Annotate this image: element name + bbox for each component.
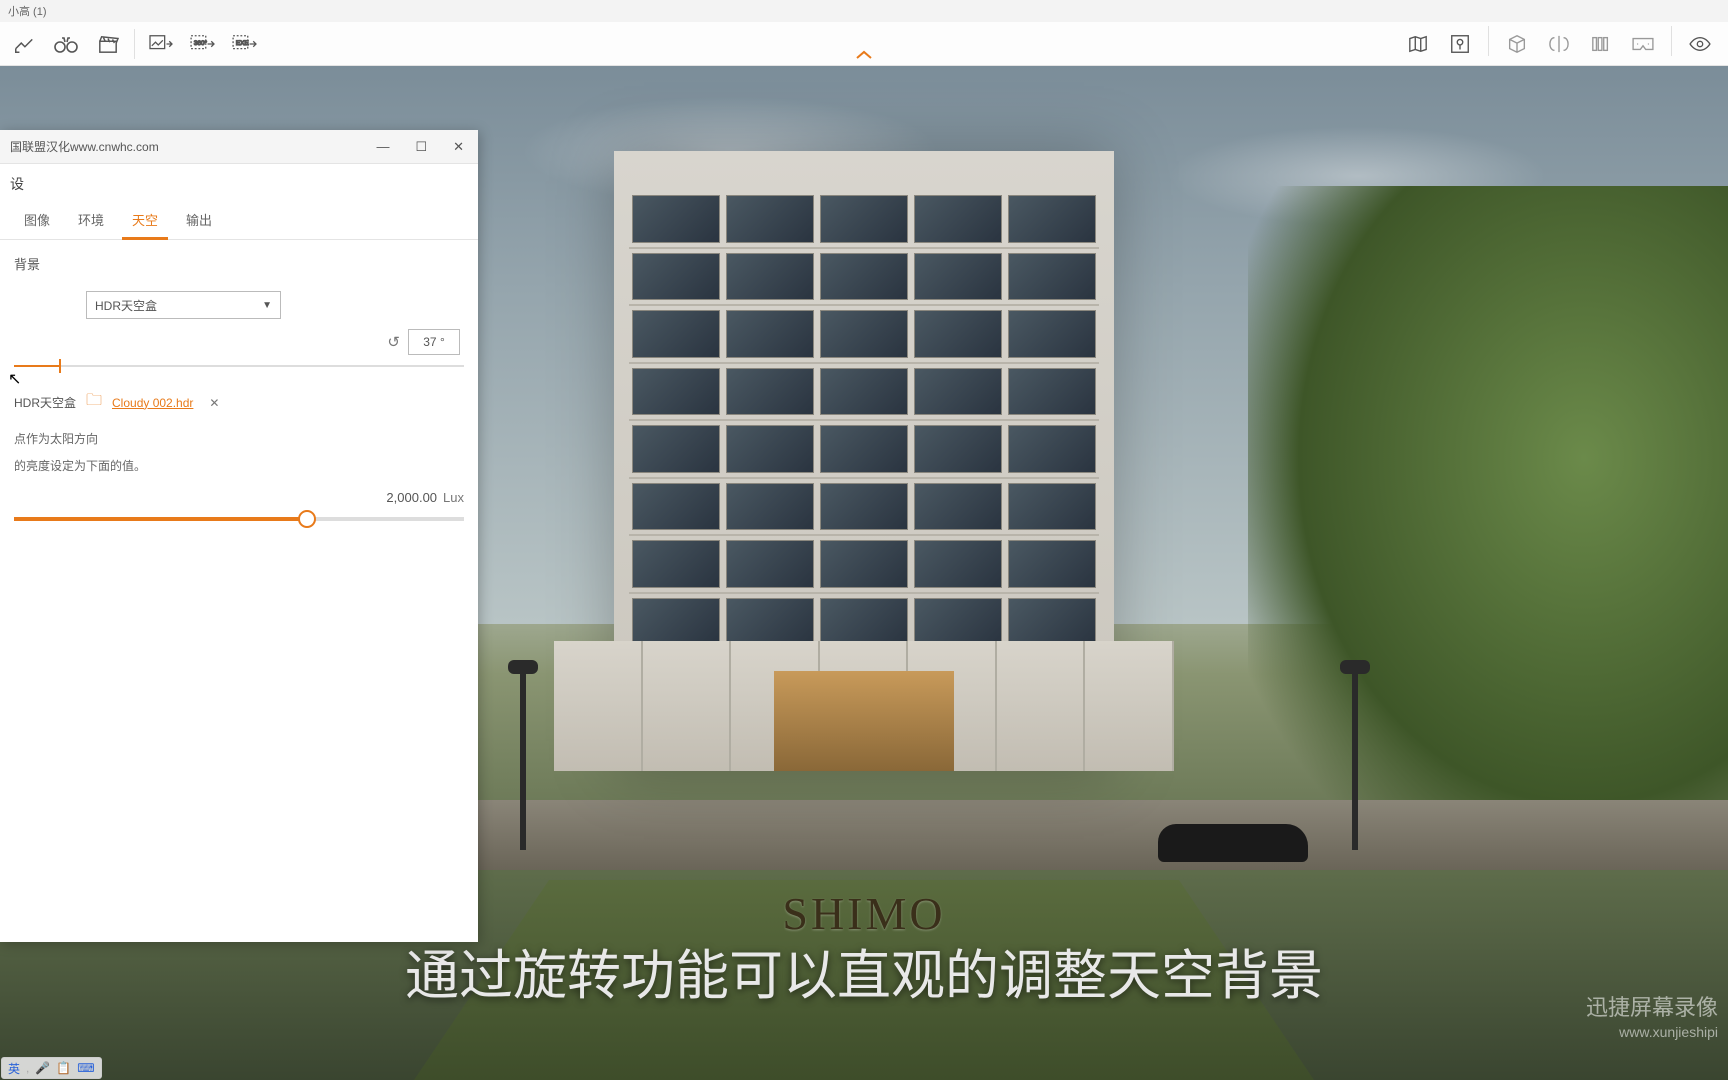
scene-lamp — [1352, 670, 1358, 850]
tool-export-image-icon[interactable] — [141, 26, 181, 62]
brightness-slider-fill — [14, 517, 307, 521]
tab-output[interactable]: 输出 — [172, 202, 226, 239]
section-background-label: 背景 — [14, 254, 464, 273]
ime-mic-icon[interactable]: 🎤 — [35, 1061, 50, 1075]
clear-file-icon[interactable]: ✕ — [209, 396, 219, 410]
tool-vr-icon[interactable] — [1623, 26, 1663, 62]
panel-titlebar[interactable]: 国联盟汉化www.cnwhc.com — ☐ ✕ — [0, 130, 478, 164]
hdr-file-link[interactable]: Cloudy 002.hdr — [112, 396, 193, 410]
scene-entrance — [774, 671, 954, 771]
scene-car — [1158, 824, 1308, 862]
rotation-slider[interactable]: ↖ — [14, 365, 464, 367]
toolbar-divider — [1488, 26, 1489, 56]
help-sun-direction: 点作为太阳方向 — [14, 430, 464, 447]
chevron-down-icon: ▼ — [262, 300, 272, 311]
properties-panel: 国联盟汉化www.cnwhc.com — ☐ ✕ 设 图像 环境 天空 输出 背… — [0, 130, 478, 942]
toolbar-expand-arrow-icon[interactable] — [854, 45, 874, 66]
hdr-label: HDR天空盒 — [14, 394, 76, 411]
help-brightness: 的亮度设定为下面的值。 — [14, 457, 464, 474]
tool-cube-icon[interactable] — [1497, 26, 1537, 62]
watermark: 迅捷屏幕录像 www.xunjieshipi — [1586, 990, 1718, 1040]
toolbar-divider — [1671, 26, 1672, 56]
panel-tabs: 图像 环境 天空 输出 — [10, 202, 468, 239]
lux-value: 2,000.00 — [386, 490, 437, 505]
tool-export-360-icon[interactable]: 360° — [183, 26, 223, 62]
scene-building-floors — [629, 191, 1099, 651]
tab-sky[interactable]: 天空 — [118, 202, 172, 239]
watermark-brand: 迅捷屏幕录像 — [1586, 990, 1718, 1022]
skybox-select-value: HDR天空盒 — [95, 297, 157, 314]
hdr-file-row: HDR天空盒 🗀 Cloudy 002.hdr ✕ — [14, 389, 464, 416]
svg-text:360°: 360° — [194, 38, 208, 46]
rotation-input[interactable]: 37 ° — [408, 329, 460, 355]
ime-clipboard-icon[interactable]: 📋 — [56, 1061, 71, 1075]
ime-keyboard-icon[interactable]: ⌨ — [77, 1061, 94, 1075]
cursor-icon: ↖ — [8, 369, 21, 389]
panel-section-title: 设 — [10, 176, 24, 192]
scene-building-base — [554, 641, 1174, 771]
panel-close-icon[interactable]: ✕ — [449, 137, 468, 157]
toolbar-group-right — [1398, 26, 1720, 62]
tool-paint-icon[interactable] — [4, 26, 44, 62]
scene-lamp — [520, 670, 526, 850]
tool-library-icon[interactable] — [1581, 26, 1621, 62]
tool-preview-icon[interactable] — [1680, 26, 1720, 62]
ime-lang[interactable]: 英 — [8, 1060, 20, 1077]
svg-text:EXE: EXE — [236, 39, 249, 46]
panel-window-controls: — ☐ ✕ — [372, 137, 468, 157]
panel-body: 背景 HDR天空盒 ▼ ↺ 37 ° ↖ HDR天空盒 🗀 Cloudy 002… — [0, 240, 478, 547]
tool-compare-icon[interactable] — [1539, 26, 1579, 62]
window-title: 小高 (1) — [8, 3, 47, 19]
toolbar-divider — [134, 29, 135, 59]
panel-minimize-icon[interactable]: — — [372, 137, 393, 157]
brightness-slider[interactable] — [14, 517, 464, 521]
lux-value-row: 2,000.00 Lux — [14, 490, 464, 505]
main-toolbar: 360° EXE — [0, 22, 1728, 66]
tab-environment[interactable]: 环境 — [64, 202, 118, 239]
rotation-slider-thumb[interactable] — [59, 359, 61, 373]
panel-title: 国联盟汉化www.cnwhc.com — [10, 138, 159, 155]
panel-header: 设 图像 环境 天空 输出 — [0, 164, 478, 240]
tool-location-icon[interactable] — [1440, 26, 1480, 62]
watermark-url: www.xunjieshipi — [1586, 1024, 1718, 1040]
window-title-bar: 小高 (1) — [0, 0, 1728, 22]
scene-tree — [1248, 186, 1728, 866]
brightness-slider-thumb[interactable] — [298, 510, 316, 528]
video-subtitle: 通过旋转功能可以直观的调整天空背景 — [405, 931, 1323, 1010]
folder-icon[interactable]: 🗀 — [86, 389, 102, 416]
rotation-slider-fill — [14, 365, 59, 367]
tool-binoculars-icon[interactable] — [46, 26, 86, 62]
rotation-row: ↺ 37 ° — [14, 329, 464, 355]
tab-image[interactable]: 图像 — [10, 202, 64, 239]
scene-building — [614, 151, 1114, 771]
tool-map-icon[interactable] — [1398, 26, 1438, 62]
skybox-type-select[interactable]: HDR天空盒 ▼ — [86, 291, 281, 319]
toolbar-group-export: 360° EXE — [141, 26, 265, 62]
tool-clapper-icon[interactable] — [88, 26, 128, 62]
tool-export-exe-icon[interactable]: EXE — [225, 26, 265, 62]
reset-rotation-icon[interactable]: ↺ — [387, 333, 400, 351]
lux-unit: Lux — [443, 490, 464, 505]
ime-sep: , — [26, 1061, 29, 1075]
panel-maximize-icon[interactable]: ☐ — [411, 137, 431, 157]
toolbar-group-left — [4, 26, 128, 62]
ime-toolbar[interactable]: 英 , 🎤 📋 ⌨ — [1, 1057, 102, 1079]
